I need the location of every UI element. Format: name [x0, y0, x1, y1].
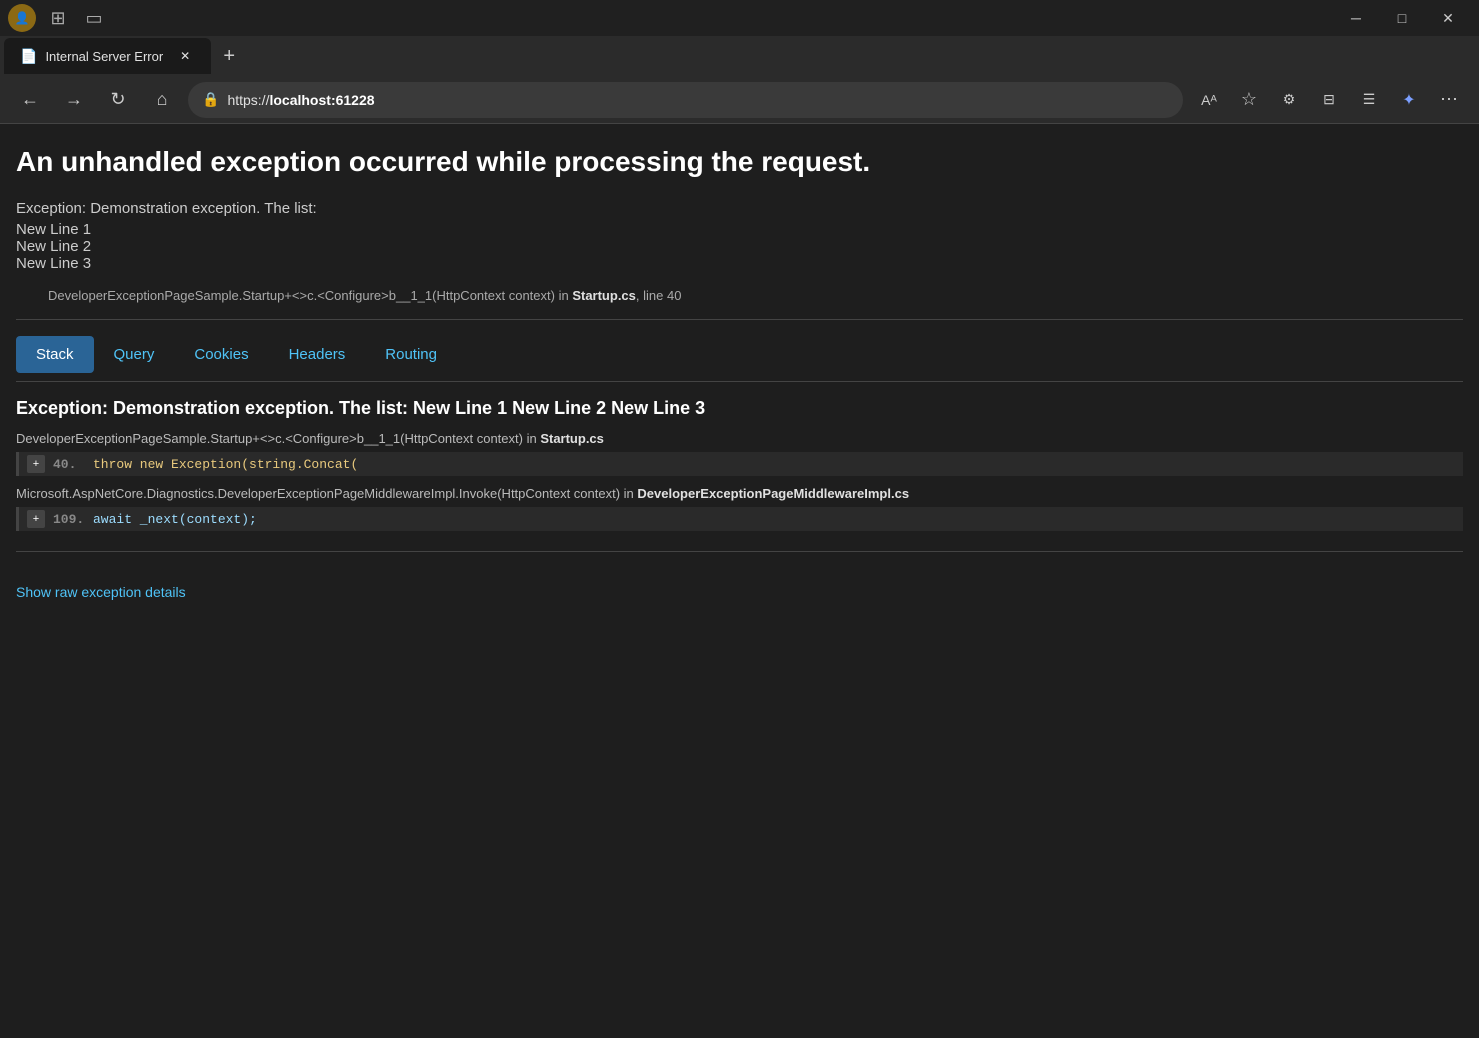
tab-headers[interactable]: Headers — [269, 336, 366, 373]
stack-entry-1-pre: DeveloperExceptionPageSample.Startup+<>c… — [16, 431, 540, 446]
tab-query[interactable]: Query — [94, 336, 175, 373]
code-block-2: + 109. await _next(context); — [16, 507, 1463, 531]
address-text: https://localhost:61228 — [227, 92, 1169, 108]
reader-mode-button[interactable]: Aᴬ — [1191, 82, 1227, 118]
menu-button[interactable]: ⋯ — [1431, 82, 1467, 118]
stack-entry-2-file: DeveloperExceptionPageMiddlewareImpl.cs — [637, 486, 909, 501]
code-line-1: + 40. throw new Exception(string.Concat( — [19, 452, 1463, 476]
maximize-button[interactable]: □ — [1379, 0, 1425, 36]
divider-2 — [16, 551, 1463, 552]
tab-sidebar-icon[interactable]: ▭ — [80, 4, 108, 32]
nav-actions: Aᴬ ☆ ⚙ ⊟ ☰ ✦ ⋯ — [1191, 82, 1467, 118]
address-port: :61228 — [331, 92, 375, 108]
refresh-button[interactable]: ↻ — [100, 82, 136, 118]
code-text-2: await _next(context); — [93, 512, 257, 527]
tab-favicon: 📄 — [20, 48, 37, 65]
close-button[interactable]: ✕ — [1425, 0, 1471, 36]
exception-detail-title: Exception: Demonstration exception. The … — [16, 398, 1463, 419]
avatar: 👤 — [8, 4, 36, 32]
tab-stack[interactable]: Stack — [16, 336, 94, 373]
stack-panel: Exception: Demonstration exception. The … — [16, 398, 1463, 531]
nav-bar: ← → ↻ ⌂ 🔒 https://localhost:61228 Aᴬ ☆ ⚙… — [0, 76, 1479, 124]
code-line-num-2: 109. — [53, 512, 93, 527]
copilot-button[interactable]: ✦ — [1391, 82, 1427, 118]
active-tab[interactable]: 📄 Internal Server Error ✕ — [4, 38, 211, 74]
title-bar: 👤 ⊞ ▭ ─ □ ✕ — [0, 0, 1479, 36]
minimize-button[interactable]: ─ — [1333, 0, 1379, 36]
stack-entry-1: DeveloperExceptionPageSample.Startup+<>c… — [16, 431, 1463, 446]
address-bar[interactable]: 🔒 https://localhost:61228 — [188, 82, 1183, 118]
sidebar-button[interactable]: ☰ — [1351, 82, 1387, 118]
stack-location-pre: DeveloperExceptionPageSample.Startup+<>c… — [48, 288, 572, 303]
stack-entry-2: Microsoft.AspNetCore.Diagnostics.Develop… — [16, 486, 1463, 501]
new-line-3: New Line 3 — [16, 255, 1463, 272]
stack-line: , line 40 — [636, 288, 682, 303]
code-line-num-1: 40. — [53, 457, 93, 472]
page-content: An unhandled exception occurred while pr… — [0, 124, 1479, 1038]
home-button[interactable]: ⌂ — [144, 82, 180, 118]
stack-entry-2-pre: Microsoft.AspNetCore.Diagnostics.Develop… — [16, 486, 637, 501]
new-tab-button[interactable]: + — [211, 38, 247, 74]
favorites-button[interactable]: ☆ — [1231, 82, 1267, 118]
tab-divider — [16, 381, 1463, 382]
tab-close-button[interactable]: ✕ — [175, 46, 195, 66]
divider-1 — [16, 319, 1463, 320]
new-line-1: New Line 1 — [16, 221, 1463, 238]
tab-group-icon[interactable]: ⊞ — [44, 4, 72, 32]
back-button[interactable]: ← — [12, 82, 48, 118]
show-raw-link[interactable]: Show raw exception details — [16, 584, 186, 600]
collections-button[interactable]: ⊟ — [1311, 82, 1347, 118]
code-block-1: + 40. throw new Exception(string.Concat( — [16, 452, 1463, 476]
forward-button[interactable]: → — [56, 82, 92, 118]
browser-chrome: 👤 ⊞ ▭ ─ □ ✕ 📄 Internal Server Error ✕ + … — [0, 0, 1479, 124]
code-text-1: throw new Exception(string.Concat( — [93, 457, 358, 472]
stack-file: Startup.cs — [572, 288, 636, 303]
address-host: localhost — [269, 92, 330, 108]
expand-btn-2[interactable]: + — [27, 510, 45, 528]
new-line-2: New Line 2 — [16, 238, 1463, 255]
window-controls: ─ □ ✕ — [1333, 0, 1471, 36]
title-bar-left: 👤 ⊞ ▭ — [8, 4, 108, 32]
tab-cookies[interactable]: Cookies — [174, 336, 268, 373]
page-main-heading: An unhandled exception occurred while pr… — [16, 144, 1463, 180]
tab-bar: 📄 Internal Server Error ✕ + — [0, 36, 1479, 76]
tabs-container: Stack Query Cookies Headers Routing — [16, 336, 1463, 373]
stack-entry-1-file: Startup.cs — [540, 431, 604, 446]
tab-routing[interactable]: Routing — [365, 336, 457, 373]
stack-location: DeveloperExceptionPageSample.Startup+<>c… — [48, 288, 1463, 303]
expand-btn-1[interactable]: + — [27, 455, 45, 473]
exception-intro: Exception: Demonstration exception. The … — [16, 200, 1463, 217]
extensions-button[interactable]: ⚙ — [1271, 82, 1307, 118]
tab-title: Internal Server Error — [45, 49, 163, 64]
lock-icon: 🔒 — [202, 91, 219, 108]
code-line-2: + 109. await _next(context); — [19, 507, 1463, 531]
